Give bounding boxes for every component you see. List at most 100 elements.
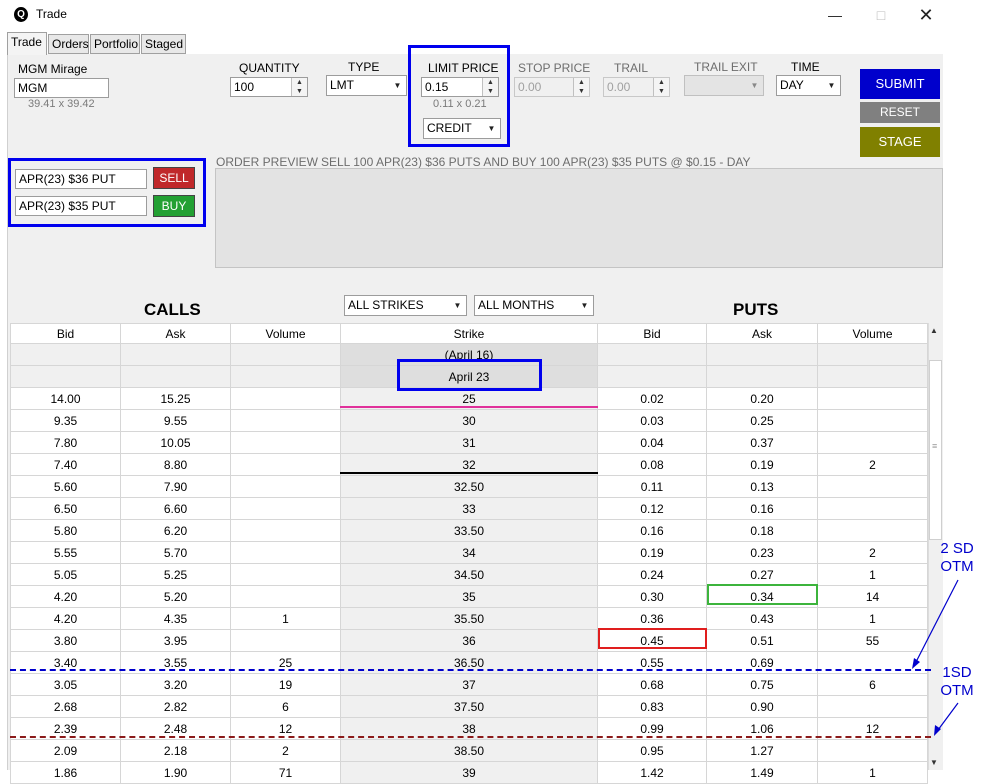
put-bid-cell[interactable]: 0.95 [597,739,707,762]
call-bid-cell[interactable]: 9.35 [10,409,121,432]
put-volume-cell[interactable] [817,409,928,432]
strike-cell[interactable]: 34 [340,541,598,564]
reset-button[interactable]: RESET [860,102,940,123]
put-bid-cell[interactable]: 0.11 [597,475,707,498]
put-ask-cell[interactable]: 0.25 [706,409,818,432]
table-row[interactable]: 4.20 4.35 1 35.50 0.36 0.43 1 [10,607,928,630]
call-bid-cell[interactable]: 6.50 [10,497,121,520]
quantity-input[interactable]: 100 ▲ ▼ [230,77,308,97]
call-ask-cell[interactable]: 15.25 [120,387,231,410]
call-ask-cell[interactable]: 4.35 [120,607,231,630]
type-select[interactable]: LMT ▼ [326,75,407,96]
trail-input[interactable]: 0.00 ▲ ▼ [603,77,670,97]
buy-button[interactable]: BUY [153,195,195,217]
call-volume-cell[interactable] [230,519,341,542]
sell-button[interactable]: SELL [153,167,195,189]
table-row[interactable]: 2.68 2.82 6 37.50 0.83 0.90 [10,695,928,718]
months-filter-select[interactable]: ALL MONTHS ▼ [474,295,594,316]
call-volume-cell[interactable]: 1 [230,607,341,630]
call-bid-cell[interactable]: 3.05 [10,673,121,696]
table-row[interactable]: 9.35 9.55 30 0.03 0.25 [10,409,928,432]
put-ask-cell[interactable]: 1.27 [706,739,818,762]
trail-spinner[interactable]: ▲ ▼ [653,78,669,96]
call-volume-cell[interactable] [230,563,341,586]
strike-cell[interactable]: 36 [340,629,598,652]
scroll-up-icon[interactable]: ▲ [930,326,938,335]
call-ask-cell[interactable]: 3.20 [120,673,231,696]
put-bid-cell[interactable]: 0.36 [597,607,707,630]
put-ask-cell[interactable]: 0.43 [706,607,818,630]
put-volume-cell[interactable] [817,475,928,498]
put-ask-cell[interactable]: 0.37 [706,431,818,454]
call-bid-cell[interactable]: 4.20 [10,585,121,608]
put-bid-cell[interactable]: 0.24 [597,563,707,586]
put-bid-cell[interactable]: 0.04 [597,431,707,454]
strike-header[interactable]: Strike [340,323,598,344]
strike-cell[interactable]: 37 [340,673,598,696]
table-row[interactable]: 5.55 5.70 34 0.19 0.23 2 [10,541,928,564]
call-volume-cell[interactable]: 2 [230,739,341,762]
call-bid-cell[interactable]: 3.80 [10,629,121,652]
put-bid-cell[interactable]: 0.68 [597,673,707,696]
symbol-input[interactable]: MGM [14,78,109,98]
call-ask-cell[interactable]: 8.80 [120,453,231,476]
call-volume-cell[interactable] [230,409,341,432]
call-ask-cell[interactable]: 6.60 [120,497,231,520]
call-ask-cell[interactable]: 2.18 [120,739,231,762]
puts-ask-header[interactable]: Ask [706,323,818,344]
call-volume-cell[interactable]: 6 [230,695,341,718]
call-volume-cell[interactable] [230,497,341,520]
submit-button[interactable]: SUBMIT [860,69,940,99]
calls-bid-header[interactable]: Bid [10,323,121,344]
put-ask-cell[interactable]: 0.90 [706,695,818,718]
time-select[interactable]: DAY ▼ [776,75,841,96]
calls-ask-header[interactable]: Ask [120,323,231,344]
table-row[interactable]: 3.05 3.20 19 37 0.68 0.75 6 [10,673,928,696]
call-ask-cell[interactable]: 9.55 [120,409,231,432]
put-ask-cell[interactable]: 0.51 [706,629,818,652]
put-bid-cell[interactable]: 0.12 [597,497,707,520]
put-ask-cell[interactable]: 0.27 [706,563,818,586]
limit-price-spinner[interactable]: ▲ ▼ [482,78,498,96]
call-volume-cell[interactable] [230,387,341,410]
put-volume-cell[interactable] [817,387,928,410]
put-ask-cell[interactable]: 1.49 [706,761,818,784]
call-ask-cell[interactable]: 6.20 [120,519,231,542]
put-ask-cell[interactable]: 0.20 [706,387,818,410]
call-volume-cell[interactable]: 71 [230,761,341,784]
strike-cell[interactable]: 35.50 [340,607,598,630]
put-ask-cell[interactable]: 0.23 [706,541,818,564]
puts-volume-header[interactable]: Volume [817,323,928,344]
puts-bid-header[interactable]: Bid [597,323,707,344]
put-volume-cell[interactable] [817,497,928,520]
put-ask-cell[interactable]: 0.16 [706,497,818,520]
call-bid-cell[interactable]: 1.86 [10,761,121,784]
scroll-down-icon[interactable]: ▼ [930,758,938,767]
stop-price-spinner[interactable]: ▲ ▼ [573,78,589,96]
put-bid-cell[interactable]: 0.30 [597,585,707,608]
call-volume-cell[interactable] [230,541,341,564]
limit-price-input[interactable]: 0.15 ▲ ▼ [421,77,499,97]
call-ask-cell[interactable]: 5.20 [120,585,231,608]
call-ask-cell[interactable]: 7.90 [120,475,231,498]
call-ask-cell[interactable]: 3.95 [120,629,231,652]
put-ask-cell[interactable]: 0.18 [706,519,818,542]
table-row[interactable]: 3.80 3.95 36 0.45 0.51 55 [10,629,928,652]
calls-volume-header[interactable]: Volume [230,323,341,344]
table-row[interactable]: 5.60 7.90 32.50 0.11 0.13 [10,475,928,498]
tab-portfolio[interactable]: Portfolio [90,34,140,54]
put-volume-cell[interactable]: 2 [817,453,928,476]
put-volume-cell[interactable]: 1 [817,761,928,784]
strike-cell[interactable]: 33.50 [340,519,598,542]
strike-cell[interactable]: 31 [340,431,598,454]
tab-orders[interactable]: Orders [48,34,89,54]
strike-cell[interactable]: 32.50 [340,475,598,498]
strikes-filter-select[interactable]: ALL STRIKES ▼ [344,295,467,316]
put-volume-cell[interactable] [817,431,928,454]
call-bid-cell[interactable]: 14.00 [10,387,121,410]
put-bid-cell[interactable]: 1.42 [597,761,707,784]
call-ask-cell[interactable]: 5.70 [120,541,231,564]
quantity-spinner[interactable]: ▲ ▼ [291,78,307,96]
call-volume-cell[interactable] [230,431,341,454]
call-bid-cell[interactable]: 5.55 [10,541,121,564]
